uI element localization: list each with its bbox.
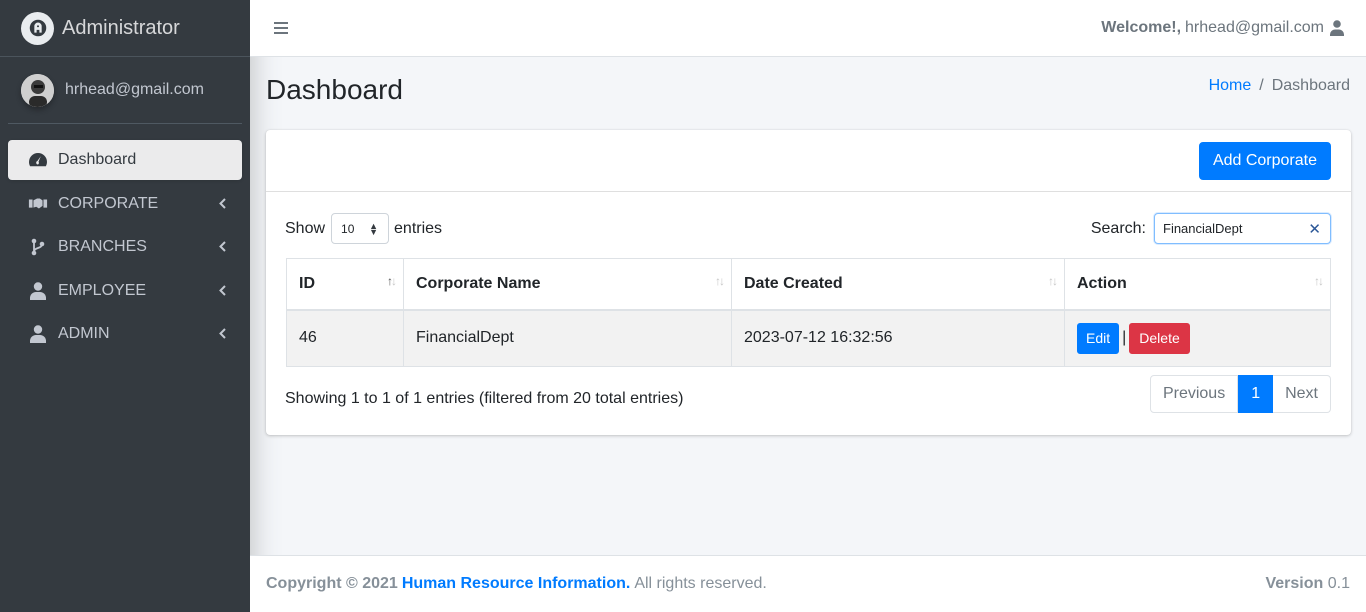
chevron-left-icon	[219, 328, 226, 339]
welcome-label: Welcome!,	[1101, 19, 1182, 36]
sidebar-item-dashboard[interactable]: Dashboard	[8, 140, 242, 180]
table-info: Showing 1 to 1 of 1 entries (filtered fr…	[285, 390, 684, 407]
chevron-left-icon	[219, 284, 226, 296]
select-arrows-icon: ▲ ▼	[369, 221, 379, 237]
hamburger-menu-icon[interactable]	[274, 21, 288, 35]
sidebar-item-label: BRANCHES	[58, 238, 147, 255]
entries-select[interactable]: 10 ▲ ▼	[331, 213, 390, 244]
sort-icon: ↑↓	[1314, 274, 1324, 288]
user-panel[interactable]: hrhead@gmail.com	[8, 57, 242, 124]
sidebar-item-label: CORPORATE	[58, 194, 159, 212]
card-header: Add Corporate	[266, 130, 1351, 192]
breadcrumb: Home / Dashboard	[1209, 77, 1350, 95]
footer-version: Version 0.1	[1265, 575, 1350, 593]
sort-asc-icon: ↑↓	[387, 274, 397, 288]
footer: Copyright © 2021 Human Resource Informat…	[250, 555, 1366, 612]
breadcrumb-home-link[interactable]: Home	[1209, 77, 1252, 95]
table-header-row: ID ↑↓ Corporate Name ↑↓ Date Created ↑↓ …	[286, 258, 1331, 311]
user-name: hrhead@gmail.com	[65, 81, 204, 98]
cell-corporate-name: FinancialDept	[403, 309, 732, 367]
avatar	[21, 73, 54, 107]
search-label: Search:	[1090, 219, 1146, 237]
code-branch-icon	[26, 237, 50, 257]
sort-icon: ↑↓	[1048, 274, 1058, 288]
sidebar-item-employee[interactable]: EMPLOYEE	[8, 271, 242, 311]
sidebar-item-admin[interactable]: ADMIN	[8, 314, 242, 354]
corporate-card: Add Corporate Show 10 ▲ ▼ entries Search:…	[266, 130, 1351, 435]
action-separator: |	[1122, 329, 1127, 347]
chevron-left-icon	[219, 197, 226, 209]
entries-length-control: Show 10 ▲ ▼ entries	[285, 213, 442, 244]
pagination: Previous 1 Next	[1149, 375, 1331, 413]
user-icon	[26, 324, 50, 344]
clear-search-icon[interactable]: ✕	[1308, 220, 1321, 238]
previous-page-button[interactable]: Previous	[1149, 375, 1239, 413]
sidebar: Administrator hrhead@gmail.com Dashboard…	[0, 0, 250, 612]
page-1-button[interactable]: 1	[1238, 375, 1274, 413]
brand-text: Administrator	[62, 16, 180, 39]
footer-rights: All rights reserved.	[634, 575, 767, 592]
cell-action: Edit | Delete	[1064, 309, 1331, 367]
sidebar-item-label: EMPLOYEE	[58, 281, 147, 299]
next-page-button[interactable]: Next	[1273, 375, 1331, 413]
sidebar-nav: Dashboard CORPORATE BRANCHES EMPLOYEE AD…	[0, 140, 250, 354]
column-header-date-created[interactable]: Date Created ↑↓	[731, 258, 1065, 311]
top-navbar: Welcome!, hrhead@gmail.com	[250, 0, 1366, 57]
version-label: Version	[1265, 575, 1324, 592]
user-icon	[1330, 20, 1344, 36]
cell-id: 46	[286, 309, 404, 367]
search-input[interactable]	[1154, 213, 1331, 244]
delete-button[interactable]: Delete	[1129, 322, 1190, 354]
cell-date-created: 2023-07-12 16:32:56	[731, 309, 1065, 367]
page-title: Dashboard	[266, 74, 403, 105]
entries-select-value: 10	[341, 221, 355, 236]
handshake-icon	[26, 194, 50, 214]
table-row: 46 FinancialDept 2023-07-12 16:32:56 Edi…	[286, 309, 1331, 367]
version-number: 0.1	[1327, 575, 1350, 592]
breadcrumb-separator: /	[1259, 77, 1264, 94]
show-label: Show	[285, 219, 326, 237]
brand-logo-icon	[21, 11, 54, 45]
footer-copyright: Copyright © 2021	[266, 575, 398, 592]
sort-icon: ↑↓	[715, 274, 725, 288]
footer-org-link[interactable]: Human Resource Information.	[402, 575, 630, 593]
table-search: Search: ✕	[1091, 213, 1331, 244]
add-corporate-button[interactable]: Add Corporate	[1198, 142, 1331, 180]
tachometer-icon	[26, 150, 50, 170]
column-header-corporate-name[interactable]: Corporate Name ↑↓	[403, 258, 732, 311]
entries-label: entries	[394, 219, 443, 237]
sidebar-item-corporate[interactable]: CORPORATE	[8, 184, 242, 224]
corporate-table: ID ↑↓ Corporate Name ↑↓ Date Created ↑↓ …	[286, 258, 1331, 367]
chevron-left-icon	[219, 241, 226, 252]
sidebar-item-label: ADMIN	[58, 325, 110, 342]
brand-link[interactable]: Administrator	[0, 0, 250, 57]
column-header-id[interactable]: ID ↑↓	[286, 258, 404, 311]
welcome-user[interactable]: Welcome!, hrhead@gmail.com	[1101, 19, 1344, 37]
breadcrumb-current: Dashboard	[1271, 77, 1350, 94]
sidebar-item-label: Dashboard	[58, 151, 137, 168]
user-icon	[26, 281, 50, 301]
welcome-user-email: hrhead@gmail.com	[1185, 19, 1324, 36]
edit-button[interactable]: Edit	[1077, 322, 1120, 354]
sidebar-item-branches[interactable]: BRANCHES	[8, 227, 242, 267]
column-header-action[interactable]: Action ↑↓	[1064, 258, 1331, 311]
